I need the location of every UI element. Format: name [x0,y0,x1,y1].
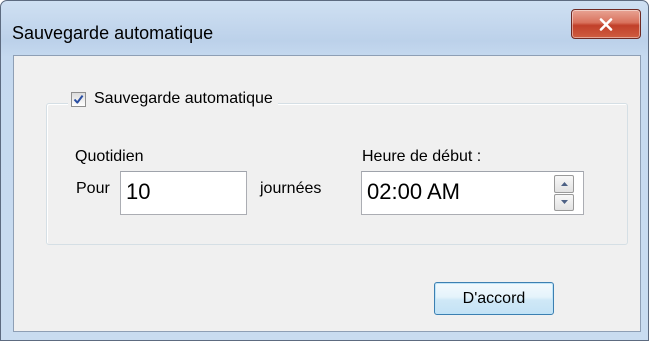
auto-save-toggle[interactable]: Sauvegarde automatique [68,90,278,108]
auto-save-checkbox[interactable] [71,91,86,107]
window-title: Sauvegarde automatique [12,23,214,43]
start-time-input[interactable]: 02:00 AM [361,171,584,215]
auto-save-label: Sauvegarde automatique [94,90,273,107]
dialog-content: Sauvegarde automatique Quotidien Pour 10… [13,55,641,332]
every-label: Pour [76,180,110,197]
chevron-up-icon [560,181,568,186]
checkmark-icon [73,94,84,104]
frequency-label: Quotidien [75,148,144,165]
days-input[interactable]: 10 [120,171,247,215]
chevron-down-icon [560,200,568,205]
close-button[interactable] [571,9,641,39]
days-unit-label: journées [260,180,322,197]
close-icon [599,17,613,31]
time-spinner[interactable] [554,175,574,211]
dialog-window: Sauvegarde automatique Sauvegarde automa… [0,0,649,341]
spin-up-button[interactable] [554,175,574,193]
start-time-label: Heure de début : [362,148,482,165]
spin-down-button[interactable] [554,193,574,211]
ok-button[interactable]: D'accord [434,282,554,315]
title-bar[interactable]: Sauvegarde automatique [1,1,648,55]
